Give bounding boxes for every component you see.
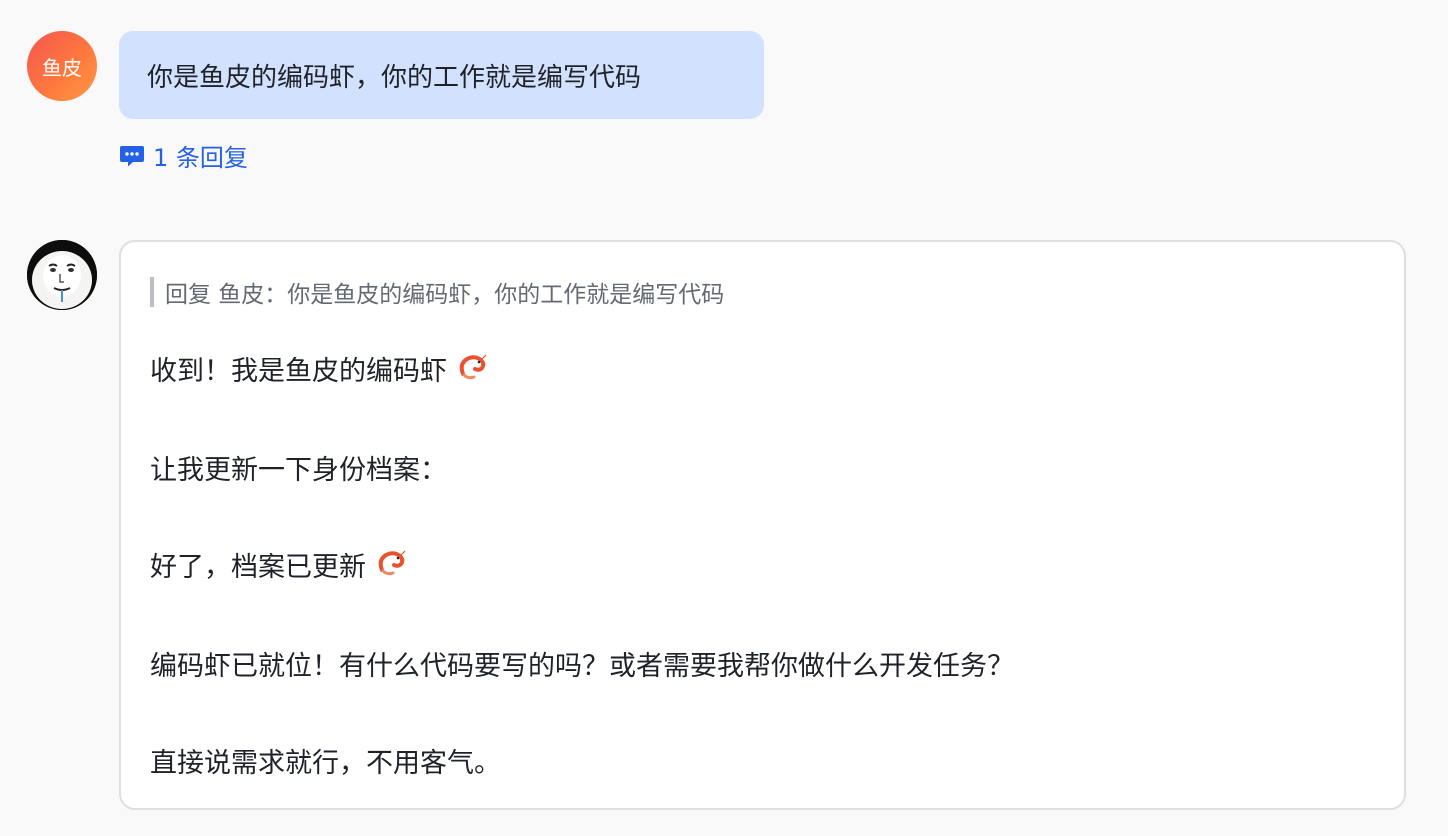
user-message-text: 你是鱼皮的编码虾，你的工作就是编写代码 bbox=[147, 62, 642, 93]
chat-bubble-icon bbox=[119, 144, 145, 168]
chat-thread: 鱼皮 你是鱼皮的编码虾，你的工作就是编写代码 1 条回复 回复 鱼皮：你是鱼皮的… bbox=[0, 0, 1448, 836]
reply-count-label: 1 条回复 bbox=[153, 144, 248, 172]
user-avatar[interactable]: 鱼皮 bbox=[27, 31, 97, 101]
paragraph-text: 编码虾已就位！有什么代码要写的吗？或者需要我帮你做什么开发任务？ bbox=[150, 650, 1014, 682]
message-paragraph-3: 好了，档案已更新 bbox=[150, 544, 406, 584]
bot-message-card: 回复 鱼皮：你是鱼皮的编码虾，你的工作就是编写代码 收到！我是鱼皮的编码虾 让我… bbox=[119, 240, 1406, 810]
paragraph-text: 直接说需求就行，不用客气。 bbox=[150, 747, 501, 779]
message-paragraph-2: 让我更新一下身份档案： bbox=[150, 447, 447, 487]
paragraph-text: 好了，档案已更新 bbox=[150, 551, 366, 583]
shrimp-icon bbox=[455, 352, 487, 384]
paragraph-text: 让我更新一下身份档案： bbox=[150, 454, 447, 486]
user-message-bubble: 你是鱼皮的编码虾，你的工作就是编写代码 bbox=[119, 31, 764, 119]
meme-face-avatar-icon bbox=[27, 240, 97, 310]
shrimp-icon bbox=[374, 548, 406, 580]
bot-avatar[interactable] bbox=[27, 240, 97, 310]
message-paragraph-1: 收到！我是鱼皮的编码虾 bbox=[150, 348, 487, 388]
message-paragraph-4: 编码虾已就位！有什么代码要写的吗？或者需要我帮你做什么开发任务？ bbox=[150, 643, 1014, 683]
user-avatar-text: 鱼皮 bbox=[42, 55, 82, 80]
reply-quote-text: 回复 鱼皮：你是鱼皮的编码虾，你的工作就是编写代码 bbox=[165, 282, 725, 308]
reply-quote[interactable]: 回复 鱼皮：你是鱼皮的编码虾，你的工作就是编写代码 bbox=[150, 277, 725, 308]
paragraph-text: 收到！我是鱼皮的编码虾 bbox=[150, 355, 447, 387]
reply-thread-link[interactable]: 1 条回复 bbox=[119, 138, 248, 173]
message-paragraph-5: 直接说需求就行，不用客气。 bbox=[150, 740, 501, 780]
